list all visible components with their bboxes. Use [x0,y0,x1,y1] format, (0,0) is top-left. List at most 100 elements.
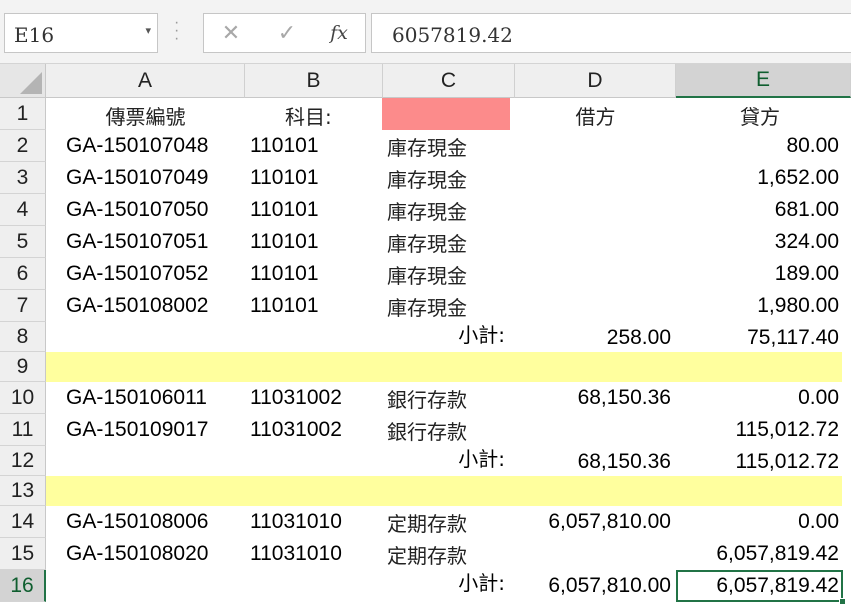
row-header-4[interactable]: 4 [0,194,46,226]
cell-c4[interactable]: 庫存現金 [383,194,515,226]
row-header-2[interactable]: 2 [0,130,46,162]
cell-c7[interactable]: 庫存現金 [383,290,515,322]
row-header-10[interactable]: 10 [0,382,46,414]
row-header-13[interactable]: 13 [0,476,46,506]
cell-d16[interactable]: 6,057,810.00 [515,570,676,602]
cell-d7[interactable] [515,290,676,322]
cell-e6[interactable]: 189.00 [676,258,844,290]
name-box[interactable]: E16 ▾ [4,13,158,53]
cell-c12[interactable]: 小計: [383,446,515,476]
cell-a16[interactable] [46,570,245,602]
cell-e15[interactable]: 6,057,819.42 [676,538,844,570]
row-header-11[interactable]: 11 [0,414,46,446]
cell-a11[interactable]: GA-150109017 [46,414,245,446]
row-header-14[interactable]: 14 [0,506,46,538]
cell-a1[interactable]: 傳票編號 [46,98,245,130]
cell-d5[interactable] [515,226,676,258]
cell-b11[interactable]: 11031002 [245,414,383,446]
cancel-icon[interactable]: ✕ [214,14,248,52]
row-header-12[interactable]: 12 [0,446,46,476]
cell-a2[interactable]: GA-150107048 [46,130,245,162]
cell-c5[interactable]: 庫存現金 [383,226,515,258]
row-header-6[interactable]: 6 [0,258,46,290]
cell-b8[interactable] [245,322,383,352]
cell-a12[interactable] [46,446,245,476]
cell-c2[interactable]: 庫存現金 [383,130,515,162]
cell-d15[interactable] [515,538,676,570]
cell-a3[interactable]: GA-150107049 [46,162,245,194]
cell-b13[interactable] [245,476,383,506]
cell-b14[interactable]: 11031010 [245,506,383,538]
cell-a10[interactable]: GA-150106011 [46,382,245,414]
cell-b16[interactable] [245,570,383,602]
cell-a9[interactable] [46,352,245,382]
cell-e1[interactable]: 貸方 [676,98,844,130]
formula-content[interactable]: 6057819.42 [392,23,513,47]
spreadsheet-grid[interactable]: A B C D E 1 傳票編號 科目: 借方 貸方 2 GA-150107048 110101 庫存現金… [0,64,851,606]
cell-c13[interactable] [383,476,515,506]
cell-a5[interactable]: GA-150107051 [46,226,245,258]
cell-e3[interactable]: 1,652.00 [676,162,844,194]
cell-d6[interactable] [515,258,676,290]
cell-b6[interactable]: 110101 [245,258,383,290]
cell-d3[interactable] [515,162,676,194]
cell-c6[interactable]: 庫存現金 [383,258,515,290]
cell-d10[interactable]: 68,150.36 [515,382,676,414]
cell-b9[interactable] [245,352,383,382]
active-cell-outline[interactable] [676,570,846,605]
cell-d12[interactable]: 68,150.36 [515,446,676,476]
cell-b4[interactable]: 110101 [245,194,383,226]
cell-a7[interactable]: GA-150108002 [46,290,245,322]
cell-e7[interactable]: 1,980.00 [676,290,844,322]
cell-b3[interactable]: 110101 [245,162,383,194]
row-header-9[interactable]: 9 [0,352,46,382]
column-header-b[interactable]: B [245,64,383,98]
cell-e9[interactable] [676,352,844,382]
cell-e13[interactable] [676,476,844,506]
cell-c3[interactable]: 庫存現金 [383,162,515,194]
name-box-value[interactable]: E16 [14,23,54,47]
row-header-16[interactable]: 16 [0,570,46,602]
cell-d13[interactable] [515,476,676,506]
cell-e2[interactable]: 80.00 [676,130,844,162]
cell-b12[interactable] [245,446,383,476]
cell-e12[interactable]: 115,012.72 [676,446,844,476]
cell-b5[interactable]: 110101 [245,226,383,258]
cell-d2[interactable] [515,130,676,162]
column-header-c[interactable]: C [383,64,515,98]
chevron-down-icon[interactable]: ▾ [145,24,151,37]
insert-function-icon[interactable]: fx [322,14,356,52]
cell-d8[interactable]: 258.00 [515,322,676,352]
more-options-icon[interactable]: · · · [174,15,179,47]
checkmark-icon[interactable]: ✓ [270,14,304,52]
cell-c14[interactable]: 定期存款 [383,506,515,538]
cell-a13[interactable] [46,476,245,506]
cell-c16[interactable]: 小計: [383,570,515,602]
row-header-1[interactable]: 1 [0,98,46,130]
cell-a6[interactable]: GA-150107052 [46,258,245,290]
cell-b2[interactable]: 110101 [245,130,383,162]
formula-input[interactable]: 6057819.42 [371,13,851,53]
cell-a4[interactable]: GA-150107050 [46,194,245,226]
cell-d1[interactable]: 借方 [515,98,676,130]
cell-b15[interactable]: 11031010 [245,538,383,570]
select-all-button[interactable] [0,64,46,98]
cell-e8[interactable]: 75,117.40 [676,322,844,352]
row-header-8[interactable]: 8 [0,322,46,352]
cell-c8[interactable]: 小計: [383,322,515,352]
cell-a15[interactable]: GA-150108020 [46,538,245,570]
cell-e14[interactable]: 0.00 [676,506,844,538]
cell-e11[interactable]: 115,012.72 [676,414,844,446]
cell-c11[interactable]: 銀行存款 [383,414,515,446]
cell-a8[interactable] [46,322,245,352]
row-header-5[interactable]: 5 [0,226,46,258]
cell-d4[interactable] [515,194,676,226]
column-header-e[interactable]: E [676,64,851,98]
cell-b1[interactable]: 科目: [245,98,383,130]
row-header-15[interactable]: 15 [0,538,46,570]
cell-d14[interactable]: 6,057,810.00 [515,506,676,538]
column-header-a[interactable]: A [46,64,245,98]
fill-handle[interactable] [839,598,846,605]
cell-d9[interactable] [515,352,676,382]
cell-a14[interactable]: GA-150108006 [46,506,245,538]
